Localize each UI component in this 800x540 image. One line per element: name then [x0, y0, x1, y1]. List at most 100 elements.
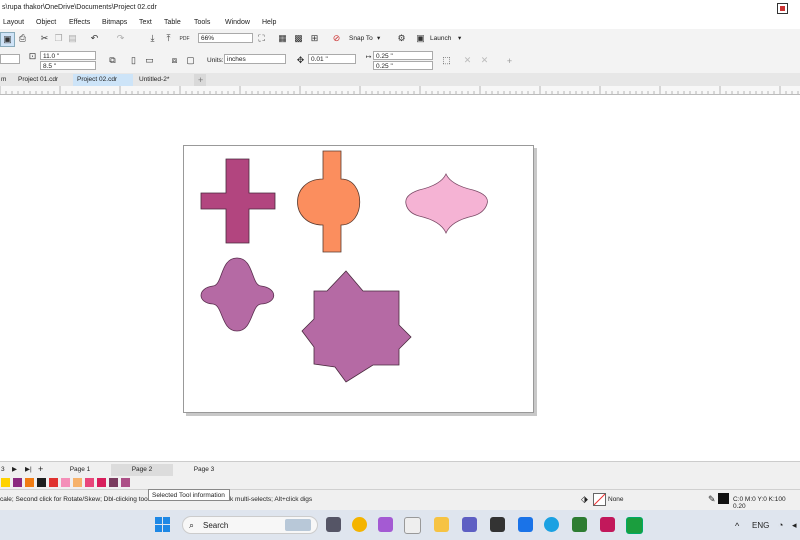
palette-swatch[interactable]	[121, 478, 130, 487]
windows-start-icon[interactable]	[155, 517, 171, 533]
add-page-icon[interactable]: +	[38, 464, 43, 474]
page-height-field[interactable]: 8.5 "	[40, 61, 96, 70]
page-tab-2[interactable]: Page 2	[111, 464, 173, 476]
taskbar-search[interactable]: ⌕ Search	[182, 516, 318, 534]
menu-tools[interactable]: Tools	[194, 19, 210, 26]
star-shape[interactable]	[301, 270, 412, 383]
nudge-distance-field[interactable]: 0.01 "	[308, 54, 356, 64]
edge-icon[interactable]	[544, 517, 559, 532]
horizontal-ruler[interactable]	[0, 86, 800, 95]
store-icon[interactable]	[404, 517, 421, 534]
menu-effects[interactable]: Effects	[69, 19, 90, 26]
paper-type-field[interactable]	[0, 54, 20, 64]
next-page-icon[interactable]: ▶	[12, 465, 17, 473]
page-width-field[interactable]: 11.0 "	[40, 51, 96, 60]
duplicate-y-field[interactable]: 0.25 "	[373, 61, 433, 70]
launch-icon[interactable]: ▣	[414, 32, 427, 45]
quatrefoil-shape[interactable]	[200, 257, 275, 332]
outline-pen-icon[interactable]: ✎	[708, 494, 716, 505]
active-app-icon[interactable]	[626, 517, 643, 534]
show-rulers-icon[interactable]: ▦	[276, 32, 289, 45]
menu-bitmaps[interactable]: Bitmaps	[102, 19, 127, 26]
page-tab-3[interactable]: Page 3	[173, 464, 235, 476]
last-page-icon[interactable]: ▶|	[25, 465, 32, 473]
wifi-icon[interactable]: ◔	[778, 520, 783, 530]
page-tab-1[interactable]: Page 1	[49, 464, 111, 476]
palette-swatch[interactable]	[61, 478, 70, 487]
chrome-icon[interactable]	[352, 517, 367, 532]
notion-icon[interactable]	[490, 517, 505, 532]
show-guidelines-icon[interactable]: ⊞	[308, 32, 321, 45]
snap-to-label[interactable]: Snap To	[349, 35, 373, 42]
palette-swatch[interactable]	[73, 478, 82, 487]
menu-help[interactable]: Help	[262, 19, 276, 26]
language-indicator[interactable]: ENG	[752, 521, 769, 530]
menu-window[interactable]: Window	[225, 19, 250, 26]
teams-icon[interactable]	[462, 517, 477, 532]
task-view-icon[interactable]	[326, 517, 341, 532]
treat-as-filled-icon[interactable]: ⬚	[440, 54, 453, 67]
coreldraw-icon[interactable]	[572, 517, 587, 532]
cross-shape[interactable]	[200, 158, 276, 244]
all-pages-icon[interactable]: ⧈	[168, 54, 181, 67]
tab-project-01[interactable]: Project 01.cdr	[14, 74, 72, 86]
menu-text[interactable]: Text	[139, 19, 152, 26]
publish-pdf-icon[interactable]: PDF	[178, 32, 191, 45]
portrait-icon[interactable]: ▯	[127, 54, 140, 67]
lens-shape[interactable]	[405, 173, 488, 235]
show-grid-icon[interactable]: ▩	[292, 32, 305, 45]
duplicate-x-field[interactable]: 0.25 "	[373, 51, 433, 60]
cut-icon[interactable]: ✂	[38, 32, 51, 45]
apply-all-pages-icon[interactable]: ⧉	[106, 54, 119, 67]
tab-welcome[interactable]: m	[0, 74, 13, 86]
tab-project-02[interactable]: Project 02.cdr	[73, 74, 133, 86]
palette-swatch[interactable]	[37, 478, 46, 487]
units-select[interactable]: inches	[224, 54, 286, 64]
no-fill-swatch[interactable]	[593, 493, 606, 506]
palette-swatch[interactable]	[97, 478, 106, 487]
redo-icon[interactable]: ↷	[114, 32, 127, 45]
palette-swatch[interactable]	[25, 478, 34, 487]
capsule-shape[interactable]	[297, 150, 361, 253]
launch-label[interactable]: Launch	[430, 35, 451, 42]
menu-object[interactable]: Object	[36, 19, 56, 26]
import-file-icon[interactable]: ⤓	[146, 32, 159, 45]
palette-swatch[interactable]	[85, 478, 94, 487]
outline-color-swatch[interactable]	[718, 493, 729, 504]
zoom-level-field[interactable]: 66%	[198, 33, 253, 43]
landscape-icon[interactable]: ▭	[143, 54, 156, 67]
gear-icon[interactable]: ⚙	[395, 32, 408, 45]
file-explorer-icon[interactable]	[434, 517, 449, 532]
current-page-icon[interactable]: ▢	[184, 54, 197, 67]
add-icon[interactable]: +	[503, 54, 516, 67]
tab-untitled-2[interactable]: Untitled-2*	[135, 74, 193, 86]
paste-icon[interactable]: ▤	[66, 32, 79, 45]
search-label: Search	[203, 521, 229, 530]
import-icon[interactable]: ▣	[0, 32, 15, 47]
palette-swatch[interactable]	[109, 478, 118, 487]
snap-off-icon[interactable]: ⊘	[330, 32, 343, 45]
palette-swatch[interactable]	[1, 478, 10, 487]
new-tab-icon[interactable]: +	[194, 74, 206, 86]
copy-icon[interactable]: ❐	[52, 32, 65, 45]
palette-swatch[interactable]	[13, 478, 22, 487]
chevron-down-icon[interactable]: ▾	[458, 34, 461, 42]
chevron-down-icon[interactable]: ▾	[377, 34, 380, 42]
outlook-icon[interactable]	[518, 517, 533, 532]
copilot-icon[interactable]	[378, 517, 393, 532]
menu-layout[interactable]: Layout	[3, 19, 24, 26]
undo-icon[interactable]: ↶	[88, 32, 101, 45]
menu-table[interactable]: Table	[164, 19, 181, 26]
export-icon[interactable]: ⤒	[162, 32, 175, 45]
photo-app-icon[interactable]	[600, 517, 615, 532]
object-options-icon[interactable]: ✕	[478, 54, 491, 67]
page-count: 3	[1, 466, 5, 473]
fill-bucket-icon[interactable]: ⬗	[581, 494, 588, 505]
volume-icon[interactable]: ◂	[792, 520, 797, 531]
full-screen-icon[interactable]: ⛶	[255, 32, 268, 45]
print-icon[interactable]: ⎙	[16, 32, 29, 45]
page-navigator: 3 ▶ ▶| + Page 1 Page 2 Page 3	[0, 461, 800, 477]
palette-swatch[interactable]	[49, 478, 58, 487]
wireframe-icon[interactable]: ✕	[461, 54, 474, 67]
chevron-up-icon[interactable]: ^	[735, 521, 739, 531]
